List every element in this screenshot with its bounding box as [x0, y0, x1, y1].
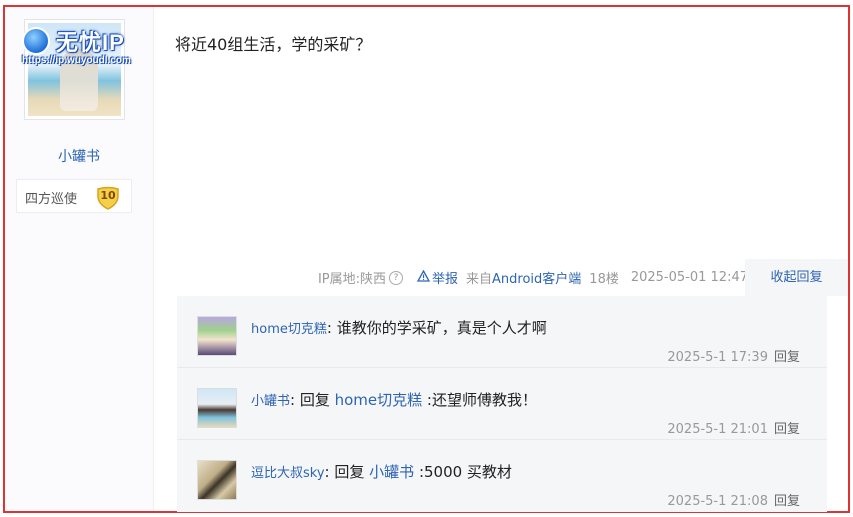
- help-icon[interactable]: ?: [389, 270, 403, 285]
- watermark-logo: 无忧IP https://ip.wuyoudl.com: [18, 25, 143, 70]
- warning-icon[interactable]: [416, 269, 431, 286]
- reply-avatar[interactable]: [197, 316, 237, 356]
- ip-location: IP属地:陕西: [317, 272, 386, 287]
- reply-avatar[interactable]: [197, 388, 237, 428]
- client-link[interactable]: Android客户端: [492, 268, 581, 287]
- client-prefix: 来自: [466, 272, 493, 287]
- reply-prefix: 回复: [329, 463, 370, 481]
- reply-username[interactable]: 逗比大叔sky: [251, 466, 325, 481]
- collapse-replies-button[interactable]: 收起回复: [745, 259, 848, 296]
- reply-text: 谁教你的学采矿，真是个人才啊: [331, 319, 547, 337]
- level-shield-icon: 10: [95, 186, 121, 210]
- post-frame: 小罐书 四方巡使 10 将近40组生活，学的采矿？ IP属地:陕西 ? 举报 来…: [3, 5, 850, 513]
- reply-item: 小罐书: 回复 home切克糕 :还望师傅教我！ 2025-5-1 21:01 回…: [177, 367, 827, 438]
- post-content: 将近40组生活，学的采矿？: [175, 35, 372, 54]
- author-name[interactable]: 小罐书: [5, 146, 153, 166]
- reply-list: home切克糕: 谁教你的学采矿，真是个人才啊 2025-5-1 17:39 回复…: [177, 296, 827, 512]
- reply-button[interactable]: 回复: [774, 494, 800, 509]
- reply-time: 2025-5-1 17:39: [667, 350, 768, 365]
- reply-mention[interactable]: 小罐书: [369, 463, 414, 481]
- reply-username[interactable]: home切克糕: [251, 322, 327, 337]
- watermark-title: 无忧IP: [56, 30, 125, 55]
- level-number: 10: [100, 189, 116, 202]
- reply-item: home切克糕: 谁教你的学采矿，真是个人才啊 2025-5-1 17:39 回复: [177, 296, 827, 366]
- reply-prefix: 回复: [295, 391, 335, 409]
- level-badge-box[interactable]: 四方巡使 10: [16, 179, 132, 213]
- reply-avatar[interactable]: [197, 460, 237, 500]
- reply-button[interactable]: 回复: [774, 422, 800, 437]
- reply-mention[interactable]: home切克糕: [335, 391, 423, 409]
- reply-text: :还望师傅教我！: [422, 391, 537, 409]
- planet-icon: [22, 27, 50, 55]
- author-panel: 小罐书 四方巡使 10: [5, 7, 154, 511]
- reply-item: 逗比大叔sky: 回复 小罐书 :5000 买教材 2025-5-1 21:08…: [177, 439, 827, 510]
- floor-number: 18楼: [589, 272, 619, 287]
- reply-username[interactable]: 小罐书: [251, 394, 290, 409]
- post-time: 2025-05-01 12:47: [630, 270, 748, 285]
- post-meta: IP属地:陕西 ? 举报 来自 Android客户端 18楼 2025-05-0…: [318, 268, 748, 287]
- watermark-url: https://ip.wuyoudl.com: [22, 55, 131, 66]
- level-name: 四方巡使: [25, 192, 78, 207]
- reply-time: 2025-5-1 21:01: [667, 422, 768, 437]
- reply-time: 2025-5-1 21:08: [667, 494, 768, 509]
- reply-button[interactable]: 回复: [774, 350, 800, 365]
- reply-text: :5000 买教材: [414, 463, 512, 481]
- report-link[interactable]: 举报: [432, 268, 458, 287]
